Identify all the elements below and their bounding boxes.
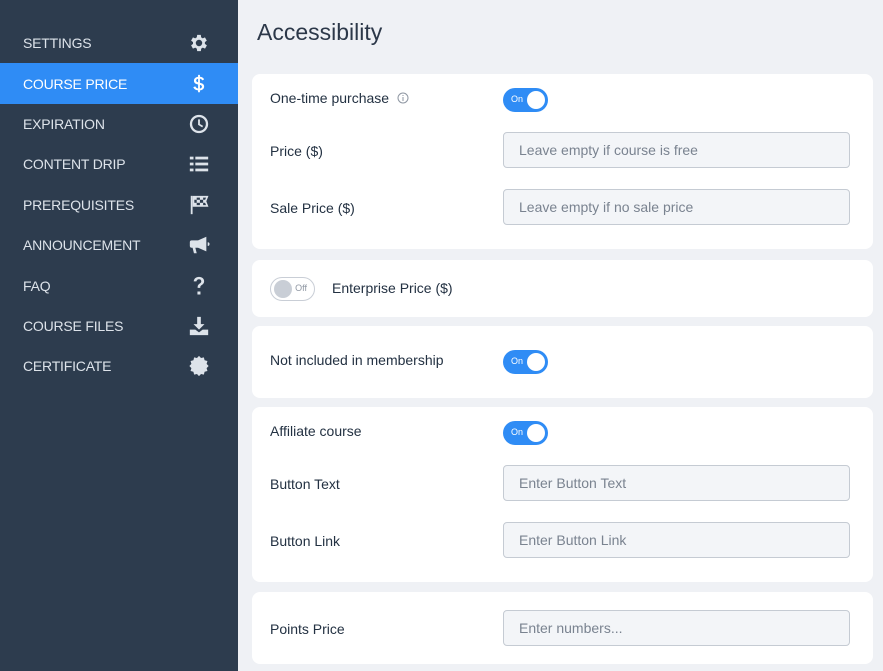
megaphone-icon xyxy=(187,233,211,257)
button-link-label: Button Link xyxy=(270,533,341,549)
membership-toggle[interactable]: On xyxy=(503,350,548,374)
enterprise-price-toggle[interactable]: Off xyxy=(270,277,315,301)
sidebar-item-prerequisites[interactable]: PREREQUISITES xyxy=(0,185,238,225)
sidebar-item-label: CONTENT DRIP xyxy=(23,156,126,173)
sidebar-item-label: COURSE FILES xyxy=(23,317,124,334)
sidebar-item-label: EXPIRATION xyxy=(23,115,105,132)
points-price-label: Points Price xyxy=(270,621,345,637)
price-label: Price ($) xyxy=(270,143,323,159)
sidebar-item-label: COURSE PRICE xyxy=(23,75,128,92)
points-price-input[interactable] xyxy=(503,610,850,646)
sidebar-item-label: SETTINGS xyxy=(23,35,92,52)
affiliate-course-label: Affiliate course xyxy=(270,423,362,439)
toggle-state-label: On xyxy=(511,356,524,366)
list-icon xyxy=(187,152,211,176)
sidebar-item-faq[interactable]: FAQ xyxy=(0,265,238,305)
certificate-icon xyxy=(187,354,211,378)
toggle-knob xyxy=(527,91,545,109)
main-content: Accessibility One-time purchase On Price… xyxy=(238,0,883,671)
toggle-state-label: On xyxy=(511,427,524,437)
sale-price-input[interactable] xyxy=(503,189,850,225)
sidebar-item-expiration[interactable]: EXPIRATION xyxy=(0,104,238,144)
sidebar-item-course-files[interactable]: COURSE FILES xyxy=(0,306,238,346)
checkered-flag-icon xyxy=(187,193,211,217)
gear-icon xyxy=(187,31,211,55)
enterprise-price-card: Off Enterprise Price ($) xyxy=(252,260,873,317)
one-time-purchase-card: One-time purchase On Price ($) Sale Pric… xyxy=(252,74,873,249)
sidebar-item-label: ANNOUNCEMENT xyxy=(23,237,141,254)
one-time-purchase-label: One-time purchase xyxy=(270,90,390,106)
affiliate-course-toggle[interactable]: On xyxy=(503,421,548,445)
toggle-state-label: Off xyxy=(295,283,307,293)
sale-price-label: Sale Price ($) xyxy=(270,200,355,216)
toggle-knob xyxy=(527,353,545,371)
page-title: Accessibility xyxy=(257,19,383,45)
enterprise-price-label: Enterprise Price ($) xyxy=(332,280,453,296)
sidebar-item-label: FAQ xyxy=(23,277,51,294)
sidebar-item-label: CERTIFICATE xyxy=(23,358,112,375)
sidebar-item-content-drip[interactable]: CONTENT DRIP xyxy=(0,144,238,184)
affiliate-course-card: Affiliate course On Button Text Button L… xyxy=(252,407,873,582)
info-icon[interactable] xyxy=(397,91,409,104)
download-icon xyxy=(187,314,211,338)
sidebar-item-certificate[interactable]: CERTIFICATE xyxy=(0,346,238,386)
sidebar: SETTINGS COURSE PRICE EXPIRATION CONTENT… xyxy=(0,0,238,671)
button-text-input[interactable] xyxy=(503,465,850,501)
button-link-input[interactable] xyxy=(503,522,850,558)
one-time-purchase-row: One-time purchase xyxy=(270,90,409,106)
membership-card: Not included in membership On xyxy=(252,326,873,398)
question-icon xyxy=(187,274,211,298)
sidebar-item-label: PREREQUISITES xyxy=(23,196,134,213)
toggle-knob xyxy=(274,280,292,298)
toggle-knob xyxy=(527,424,545,442)
sidebar-item-course-price[interactable]: COURSE PRICE xyxy=(0,63,238,104)
clock-icon xyxy=(187,112,211,136)
sidebar-item-announcement[interactable]: ANNOUNCEMENT xyxy=(0,225,238,265)
membership-label: Not included in membership xyxy=(270,352,444,368)
points-price-card: Points Price xyxy=(252,592,873,664)
sidebar-item-settings[interactable]: SETTINGS xyxy=(0,23,238,63)
button-text-label: Button Text xyxy=(270,476,340,492)
toggle-state-label: On xyxy=(511,94,524,104)
dollar-icon xyxy=(187,72,211,96)
one-time-purchase-toggle[interactable]: On xyxy=(503,88,548,112)
price-input[interactable] xyxy=(503,132,850,168)
